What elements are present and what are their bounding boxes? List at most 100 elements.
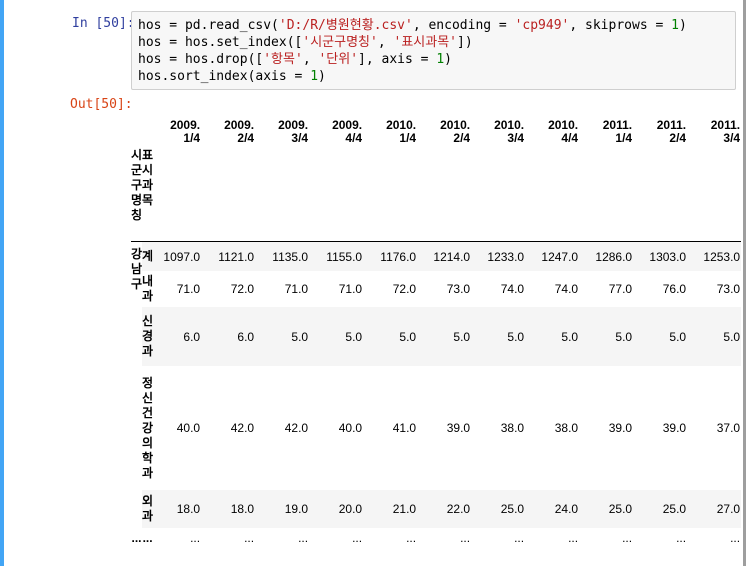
column-header-part: 4/4 [561,131,579,145]
table-row: 내 과 71.0 72.0 71.0 71.0 72.0 73.0 74.0 74.0 77.0 76… [131,271,741,307]
column-header: 2010. 1/4 [368,100,422,148]
index-name-row: 시군구명칭표시과목 [131,148,741,242]
table-cell: ... [460,531,471,545]
column-header-part: 2/4 [669,131,687,145]
table-row: 외 과 18.0 18.0 19.0 20.0 21.0 22.0 25.0 24.0 25.0 25… [131,490,741,528]
code-editor[interactable]: hos = pd.read_csv('D:/R/병원현황.csv', encod… [138,17,687,85]
table-cell: ... [730,531,741,545]
code-token: , [302,52,319,67]
code-token: ) [444,52,452,67]
table-cell: 39.0 [662,421,687,435]
table-cell: 5.0 [692,307,741,366]
table-cell: 5.0 [314,307,369,366]
table-cell: 1135.0 [260,241,315,271]
table-cell: 18.0 [153,490,207,528]
dataframe-table: 2009. 1/4 2009. 2/4 2009. 3/4 2009. 4/4 2010. 1/4… [131,100,741,548]
table-cell: 1233.0 [476,241,531,271]
table-cell: 39.0 [446,421,471,435]
column-header: 2010. 4/4 [530,100,584,148]
table-cell: 1253.0 [692,241,741,271]
table-cell: 1176.0 [368,241,423,271]
table-cell: 74.0 [500,282,525,296]
table-cell: 71.0 [176,282,201,296]
table-cell: 22.0 [422,490,477,528]
column-header-part: 3/4 [507,131,525,145]
header-corner [131,100,153,148]
active-cell-indicator [0,0,4,566]
table-cell: 5.0 [476,307,531,366]
column-header-part: 3/4 [723,131,741,145]
table-cell: 5.0 [530,307,585,366]
column-header: 2009. 2/4 [206,100,260,148]
table-cell: ... [622,531,633,545]
code-token: , [377,35,394,50]
column-header: 2009. 4/4 [314,100,368,148]
code-token: , skiprows = [569,18,672,33]
table-cell: 39.0 [608,421,633,435]
table-cell: 25.0 [638,490,693,528]
table-cell: 1214.0 [422,241,477,271]
code-token: 'D:/R/병원현황.csv' [278,18,413,33]
table-cell: 21.0 [368,490,423,528]
column-header-row: 2009. 1/4 2009. 2/4 2009. 3/4 2009. 4/4 2010. 1/4… [131,100,741,148]
sub-index-label: 내과 [142,274,154,303]
code-token: hos = hos.set_index([ [138,35,303,50]
table-cell: ... [244,531,255,545]
table-cell: 5.0 [368,307,423,366]
table-cell: 42.0 [284,421,309,435]
column-header-part: 3/4 [291,131,309,145]
table-cell: ... [406,531,417,545]
sub-index-label: 계 [142,241,154,271]
table-cell: 72.0 [230,282,255,296]
table-cell: 77.0 [608,282,633,296]
column-header-part: 2/4 [237,131,255,145]
input-prompt: In [50]: [72,16,135,31]
table-cell: 73.0 [446,282,471,296]
table-cell: 71.0 [284,282,309,296]
group-index-label: 강남구 [131,241,143,528]
code-token: '단위' [318,52,359,67]
code-token: hos = hos.drop([ [138,52,264,67]
table-cell: 25.0 [584,490,639,528]
table-cell: ... [568,531,579,545]
table-row: 정 신 건 강 의 학 과 40.0 42.0 42.0 40.0 41.0 39.0 38.0 38.0 3… [131,366,741,490]
index-name-department: 표시과목 [142,148,154,242]
output-area: 2009. 1/4 2009. 2/4 2009. 3/4 2009. 4/4 2010. 1/4… [131,100,741,566]
table-cell: 76.0 [662,282,687,296]
code-token: ], axis = [358,52,437,67]
table-cell: 74.0 [554,282,579,296]
table-cell: 5.0 [422,307,477,366]
code-token: hos = pd.read_csv( [138,18,279,33]
table-cell: 41.0 [392,421,417,435]
code-token: '표시과목' [393,35,458,50]
sub-index-label: 정신건강의학과 [142,375,154,480]
column-header-part: 4/4 [345,131,363,145]
table-cell: 6.0 [153,307,207,366]
table-cell: 27.0 [692,490,741,528]
table-cell: 38.0 [500,421,525,435]
code-token: 1 [436,52,445,67]
sub-index-label: 신경과 [142,307,154,366]
table-cell: ... [514,531,525,545]
table-cell: 1097.0 [153,241,207,271]
group-index-ellipsis: ... [131,531,142,545]
table-cell: ... [298,531,309,545]
table-cell: 5.0 [584,307,639,366]
column-header-part: 1/4 [399,131,417,145]
table-cell: 25.0 [476,490,531,528]
code-token: , encoding = [412,18,515,33]
code-token: ]) [457,35,473,50]
table-cell: 19.0 [260,490,315,528]
output-prompt: Out[50]: [70,97,133,112]
table-cell: 1303.0 [638,241,693,271]
table-cell: 40.0 [338,421,363,435]
column-header: 2010. 2/4 [422,100,476,148]
table-cell: 73.0 [716,282,741,296]
code-token: '항목' [263,52,303,67]
table-row: 강 남 구 계 1097.0 1121.0 1135.0 1155.0 1176.0 1214.0… [131,241,741,528]
code-token: 1 [310,69,319,84]
table-row: ........................................… [131,528,741,548]
table-cell: 72.0 [392,282,417,296]
index-name-district: 시군구명칭 [131,148,143,242]
code-input-area[interactable]: hos = pd.read_csv('D:/R/병원현황.csv', encod… [131,11,736,90]
